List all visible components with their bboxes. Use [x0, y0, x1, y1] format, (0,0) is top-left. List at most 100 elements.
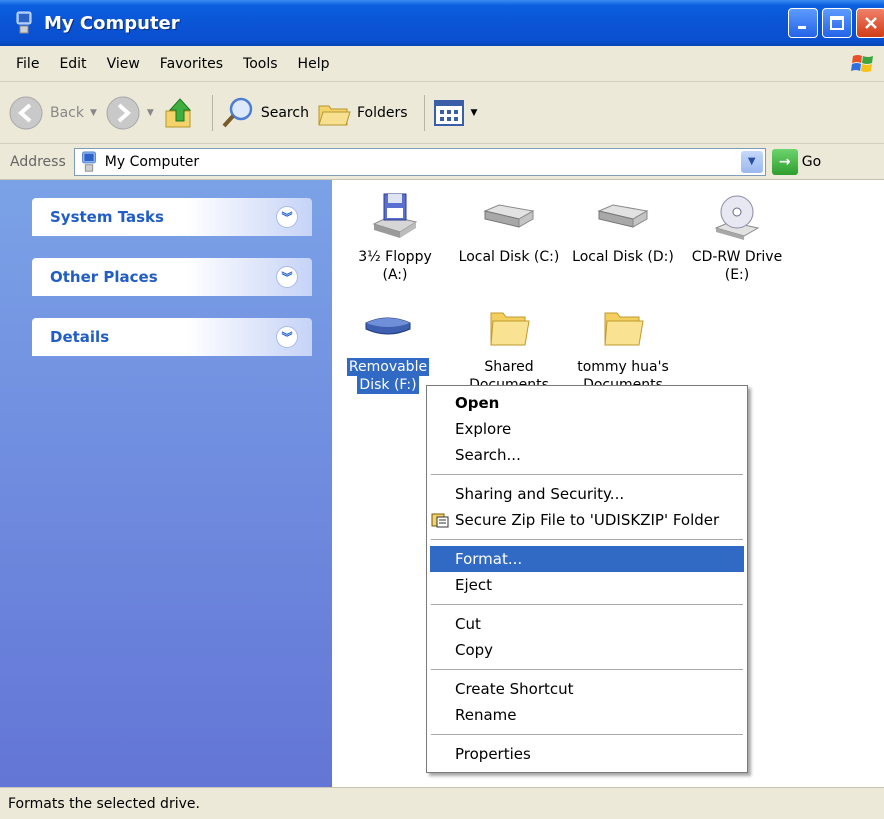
task-pane: System Tasks ︾ Other Places ︾ Details ︾ — [0, 180, 332, 787]
drive-removable-f[interactable]: Removable Disk (F:) — [332, 296, 444, 394]
menu-favorites[interactable]: Favorites — [150, 56, 233, 72]
system-tasks-panel[interactable]: System Tasks ︾ — [32, 198, 312, 236]
my-computer-icon — [16, 11, 32, 34]
drive-label: Local Disk (C:) — [458, 249, 560, 265]
windows-logo-icon — [851, 55, 873, 72]
folder-icon — [490, 312, 530, 346]
go-button[interactable]: → Go — [771, 148, 822, 175]
menu-cut[interactable]: Cut — [427, 611, 747, 637]
removable-disk-icon — [365, 317, 411, 335]
menu-separator — [431, 604, 743, 605]
drive-label: (E:) — [724, 267, 750, 283]
close-button[interactable] — [856, 8, 884, 38]
menu-open[interactable]: Open — [427, 390, 747, 416]
address-dropdown-button[interactable]: ▼ — [740, 150, 763, 173]
toolbar-separator — [423, 94, 425, 131]
menu-search[interactable]: Search... — [427, 442, 747, 468]
toolbar-separator — [211, 94, 213, 131]
menu-separator — [431, 734, 743, 735]
drive-local-d[interactable]: Local Disk (D:) — [564, 186, 682, 266]
folders-icon — [318, 105, 351, 125]
cd-drive-icon — [714, 195, 760, 240]
back-label: Back — [50, 104, 84, 121]
forward-arrow-icon — [106, 96, 140, 129]
title-bar[interactable]: My Computer — [0, 0, 884, 46]
other-places-title: Other Places — [50, 268, 158, 286]
menu-tools[interactable]: Tools — [233, 56, 288, 72]
toolbar: Back ▼ ▼ Search Folders ▼ — [0, 82, 884, 144]
maximize-icon — [830, 16, 844, 30]
expand-chevron-icon[interactable]: ︾ — [276, 206, 298, 228]
views-icon — [433, 99, 464, 126]
views-button[interactable]: ▼ — [433, 99, 478, 127]
drive-floppy-a[interactable]: 3½ Floppy (A:) — [336, 186, 454, 284]
drive-label: Removable — [346, 358, 430, 376]
drive-label: Disk (F:) — [357, 376, 419, 394]
address-bar: Address My Computer ▼ → Go — [0, 144, 884, 180]
menu-rename[interactable]: Rename — [427, 702, 747, 728]
go-label: Go — [801, 153, 822, 170]
expand-chevron-icon[interactable]: ︾ — [276, 326, 298, 348]
menu-copy[interactable]: Copy — [427, 637, 747, 663]
menu-explore[interactable]: Explore — [427, 416, 747, 442]
go-arrow-icon: → — [771, 148, 798, 175]
forward-button[interactable]: ▼ — [105, 95, 154, 131]
folder-tommy-hua-documents[interactable]: tommy hua's Documents — [564, 296, 682, 394]
floppy-drive-icon — [372, 193, 418, 238]
search-label: Search — [260, 104, 309, 121]
views-dropdown-icon[interactable]: ▼ — [471, 108, 478, 118]
menu-separator — [431, 669, 743, 670]
menu-file[interactable]: File — [6, 56, 49, 72]
folder-label: Shared — [484, 359, 534, 375]
folder-shared-documents[interactable]: Shared Documents — [450, 296, 568, 394]
address-label: Address — [10, 153, 66, 170]
address-input[interactable]: My Computer ▼ — [73, 147, 766, 176]
status-bar: Formats the selected drive. — [0, 787, 884, 819]
expand-chevron-icon[interactable]: ︾ — [276, 266, 298, 288]
menu-sharing-security[interactable]: Sharing and Security... — [427, 481, 747, 507]
status-text: Formats the selected drive. — [8, 795, 200, 812]
drive-local-c[interactable]: Local Disk (C:) — [450, 186, 568, 266]
secure-zip-label: Secure Zip File to 'UDISKZIP' Folder — [455, 511, 720, 529]
secure-zip-icon — [431, 513, 449, 528]
drive-label: 3½ Floppy — [358, 249, 432, 265]
menu-create-shortcut[interactable]: Create Shortcut — [427, 676, 747, 702]
menu-eject[interactable]: Eject — [427, 572, 747, 598]
hard-disk-icon — [483, 204, 535, 228]
folder-icon — [604, 312, 644, 346]
folders-button[interactable]: Folders — [317, 98, 408, 128]
close-icon — [865, 17, 877, 29]
folders-label: Folders — [356, 104, 408, 121]
back-button[interactable]: Back ▼ — [8, 95, 97, 131]
maximize-button[interactable] — [822, 8, 852, 38]
menu-edit[interactable]: Edit — [49, 56, 96, 72]
menu-format[interactable]: Format... — [430, 546, 744, 572]
menu-separator — [431, 474, 743, 475]
forward-dropdown-icon[interactable]: ▼ — [147, 108, 154, 118]
hard-disk-icon — [597, 204, 649, 228]
details-panel[interactable]: Details ︾ — [32, 318, 312, 356]
menu-view[interactable]: View — [97, 56, 150, 72]
back-dropdown-icon[interactable]: ▼ — [90, 108, 97, 118]
back-arrow-icon — [9, 96, 43, 129]
menu-help[interactable]: Help — [288, 56, 340, 72]
other-places-panel[interactable]: Other Places ︾ — [32, 258, 312, 296]
menu-properties[interactable]: Properties — [427, 741, 747, 767]
minimize-button[interactable] — [788, 8, 818, 38]
search-button[interactable]: Search — [221, 96, 309, 130]
address-value: My Computer — [104, 153, 200, 170]
menu-bar: File Edit View Favorites Tools Help — [0, 46, 884, 82]
system-tasks-title: System Tasks — [50, 208, 164, 226]
window-title: My Computer — [44, 12, 180, 34]
menu-secure-zip[interactable]: Secure Zip File to 'UDISKZIP' Folder — [427, 507, 747, 533]
up-folder-icon — [165, 97, 191, 127]
up-folder-button[interactable] — [162, 95, 196, 131]
details-title: Details — [50, 328, 110, 346]
minimize-icon — [798, 26, 806, 29]
drive-cdrw-e[interactable]: CD-RW Drive (E:) — [678, 186, 796, 284]
folder-label: tommy hua's — [577, 359, 669, 375]
drive-label: CD-RW Drive — [691, 249, 783, 265]
drive-label: Local Disk (D:) — [572, 249, 674, 265]
chevron-down-icon: ▼ — [747, 156, 756, 167]
context-menu: Open Explore Search... Sharing and Secur… — [426, 385, 748, 773]
